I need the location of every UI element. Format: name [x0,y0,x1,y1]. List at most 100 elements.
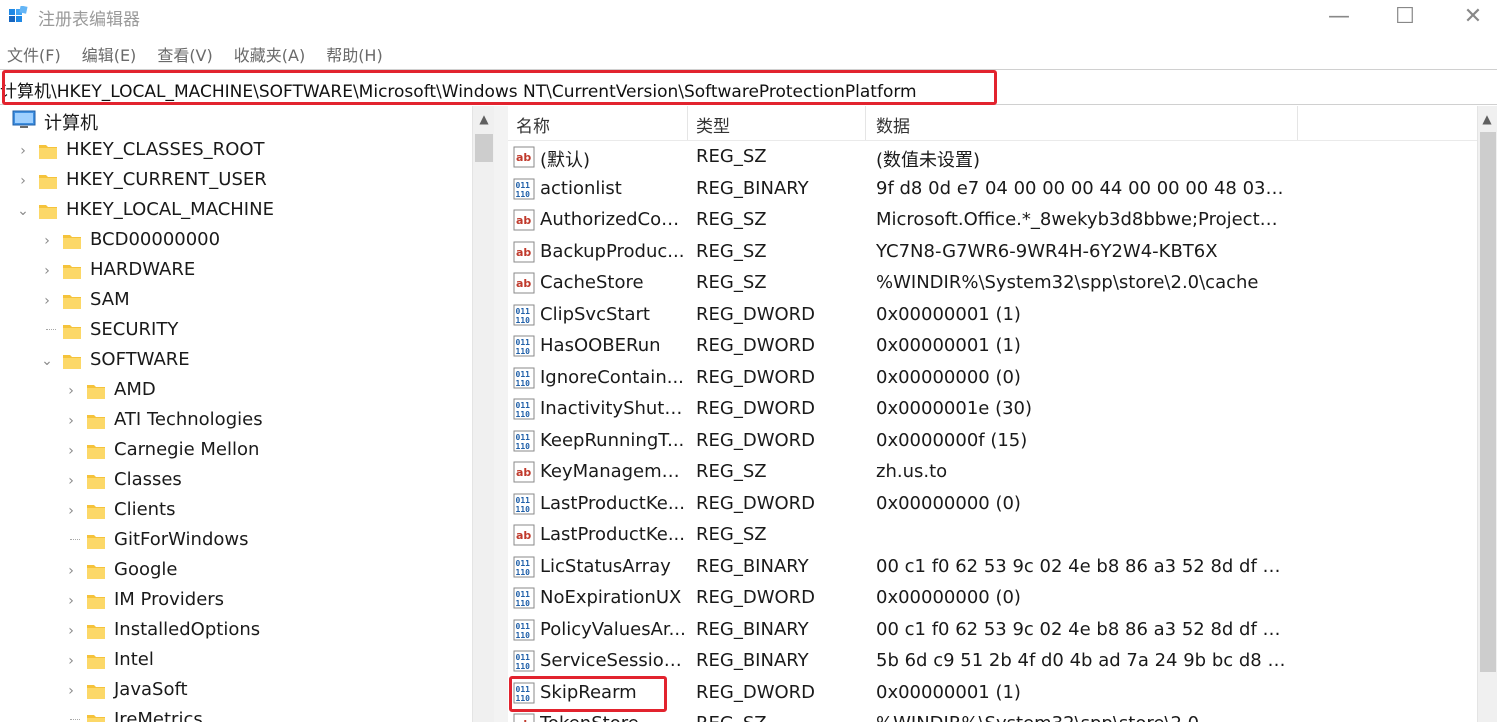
tree-item[interactable]: › InstalledOptions [0,616,472,646]
chevron-right-icon[interactable]: › [16,142,30,160]
string-value-icon: ab [513,146,535,168]
tree-item[interactable]: GitForWindows [0,526,472,556]
chevron-right-icon[interactable]: › [64,652,78,670]
tree-item[interactable]: › AMD [0,376,472,406]
value-row[interactable]: ab KeyManageme... REG_SZ zh.us.to [508,457,1477,488]
chevron-right-icon[interactable]: › [64,592,78,610]
tree-item[interactable]: › JavaSoft [0,676,472,706]
chevron-right-icon[interactable]: › [64,622,78,640]
chevron-right-icon[interactable]: › [64,412,78,430]
value-row[interactable]: ab (默认) REG_SZ (数值未设置) [508,142,1477,173]
value-row[interactable]: ab TokenStore REG_SZ %WINDIR%\System32\spp… [508,709,1477,722]
svg-text:011: 011 [516,496,531,505]
tree-item[interactable]: › Carnegie Mellon [0,436,472,466]
minimize-button[interactable]: — [1310,0,1368,32]
tree-item[interactable]: › BCD00000000 [0,226,472,256]
maximize-button[interactable]: ☐ [1376,0,1434,32]
value-data: 00 c1 f0 62 53 9c 02 4e b8 86 a3 52 8d d… [876,555,1288,577]
value-row[interactable]: 011 110 ClipSvcStart REG_DWORD 0x00000001 … [508,300,1477,331]
chevron-right-icon[interactable]: › [40,232,54,250]
value-row[interactable]: 011 110 PolicyValuesAr... REG_BINARY 00 c1… [508,615,1477,646]
column-header-type[interactable]: 类型 [688,106,866,140]
scroll-up-icon[interactable]: ▲ [1478,108,1496,130]
value-row[interactable]: 011 110 HasOOBERun REG_DWORD 0x00000001 (1… [508,331,1477,362]
folder-icon [87,565,105,579]
folder-icon [39,145,57,159]
value-row[interactable]: 011 110 actionlist REG_BINARY 9f d8 0d e7 … [508,174,1477,205]
values-scrollbar[interactable]: ▲ [1477,106,1497,722]
chevron-right-icon[interactable]: › [64,562,78,580]
tree-item[interactable]: › HKEY_CURRENT_USER [0,166,472,196]
chevron-right-icon[interactable]: › [64,382,78,400]
tree-item[interactable]: SECURITY [0,316,472,346]
value-type: REG_DWORD [696,398,816,419]
svg-text:011: 011 [516,559,531,568]
tree-item[interactable]: › ATI Technologies [0,406,472,436]
tree-item[interactable]: › IM Providers [0,586,472,616]
svg-text:011: 011 [516,338,531,347]
value-row[interactable]: 011 110 NoExpirationUX REG_DWORD 0x0000000… [508,583,1477,614]
tree-item-label: JreMetrics [114,709,203,722]
chevron-right-icon[interactable]: › [64,442,78,460]
value-row[interactable]: ab LastProductKe... REG_SZ [508,520,1477,551]
computer-icon [12,110,36,128]
tree-item[interactable]: JreMetrics [0,706,472,722]
value-row[interactable]: 011 110 ServiceSession... REG_BINARY 5b 6d… [508,646,1477,677]
tree-item-label: SECURITY [90,319,179,340]
value-type: REG_SZ [696,240,767,262]
address-path[interactable]: 计算机\HKEY_LOCAL_MACHINE\SOFTWARE\Microsof… [0,77,917,102]
tree-item-computer[interactable]: 计算机 [0,106,472,136]
chevron-right-icon[interactable]: › [40,262,54,280]
tree-item[interactable]: › Clients [0,496,472,526]
value-row[interactable]: ab BackupProduc... REG_SZ YC7N8-G7WR6-9WR4… [508,237,1477,268]
address-bar[interactable]: 计算机\HKEY_LOCAL_MACHINE\SOFTWARE\Microsof… [0,69,1497,105]
close-button[interactable]: ✕ [1444,0,1497,32]
tree-item-label: 计算机 [44,113,98,134]
svg-text:ab: ab [516,151,531,164]
chevron-right-icon[interactable]: › [40,292,54,310]
menu-edit[interactable]: 编辑(E) [75,38,147,66]
chevron-right-icon[interactable]: › [64,682,78,700]
value-type: REG_DWORD [696,587,816,608]
tree-item[interactable]: ⌄ HKEY_LOCAL_MACHINE [0,196,472,226]
tree-item[interactable]: › SAM [0,286,472,316]
value-row[interactable]: 011 110 IgnoreContain... REG_DWORD 0x00000… [508,363,1477,394]
tree-item[interactable]: › Intel [0,646,472,676]
menu-help[interactable]: 帮助(H) [319,38,393,66]
menu-favorites[interactable]: 收藏夹(A) [227,38,315,66]
tree-scrollbar[interactable]: ▲ [472,106,494,722]
value-row[interactable]: 011 110 LastProductKe... REG_DWORD 0x00000… [508,489,1477,520]
value-row[interactable]: 011 110 LicStatusArray REG_BINARY 00 c1 f0… [508,552,1477,583]
value-row[interactable]: ab AuthorizedCon... REG_SZ Microsoft.Offic… [508,205,1477,236]
column-header-name[interactable]: 名称 [508,106,688,140]
value-row[interactable]: 011 110 KeepRunningT... REG_DWORD 0x000000… [508,426,1477,457]
tree-item[interactable]: › HKEY_CLASSES_ROOT [0,136,472,166]
menu-view[interactable]: 查看(V) [150,38,222,66]
value-name: NoExpirationUX [540,587,682,608]
value-data: Microsoft.Office.*_8wekyb3d8bbwe;Project… [876,209,1288,230]
folder-icon [87,625,105,639]
value-row[interactable]: 011 110 InactivityShutd... REG_DWORD 0x000… [508,394,1477,425]
tree-item[interactable]: › Google [0,556,472,586]
column-header-data[interactable]: 数据 [866,106,1298,140]
scroll-up-icon[interactable]: ▲ [473,108,495,130]
tree-item[interactable]: › HARDWARE [0,256,472,286]
values-scroll-thumb[interactable] [1480,132,1496,672]
tree-item-label: HKEY_CLASSES_ROOT [66,139,265,160]
chevron-right-icon[interactable]: › [64,502,78,520]
value-name: IgnoreContain... [540,366,684,388]
svg-text:110: 110 [516,568,531,577]
pane-splitter[interactable] [494,106,508,722]
menu-bar: 文件(F) 编辑(E) 查看(V) 收藏夹(A) 帮助(H) [0,38,397,66]
tree-item[interactable]: › Classes [0,466,472,496]
chevron-down-icon[interactable]: ⌄ [40,352,54,370]
chevron-right-icon[interactable]: › [16,172,30,190]
value-row[interactable]: 011 110 SkipRearm REG_DWORD 0x00000001 (1) [508,678,1477,709]
svg-text:011: 011 [516,401,531,410]
value-row[interactable]: ab CacheStore REG_SZ %WINDIR%\System32\spp… [508,268,1477,299]
chevron-down-icon[interactable]: ⌄ [16,202,30,220]
tree-item[interactable]: ⌄ SOFTWARE [0,346,472,376]
menu-file[interactable]: 文件(F) [0,38,71,66]
tree-scroll-thumb[interactable] [475,134,493,162]
chevron-right-icon[interactable]: › [64,472,78,490]
